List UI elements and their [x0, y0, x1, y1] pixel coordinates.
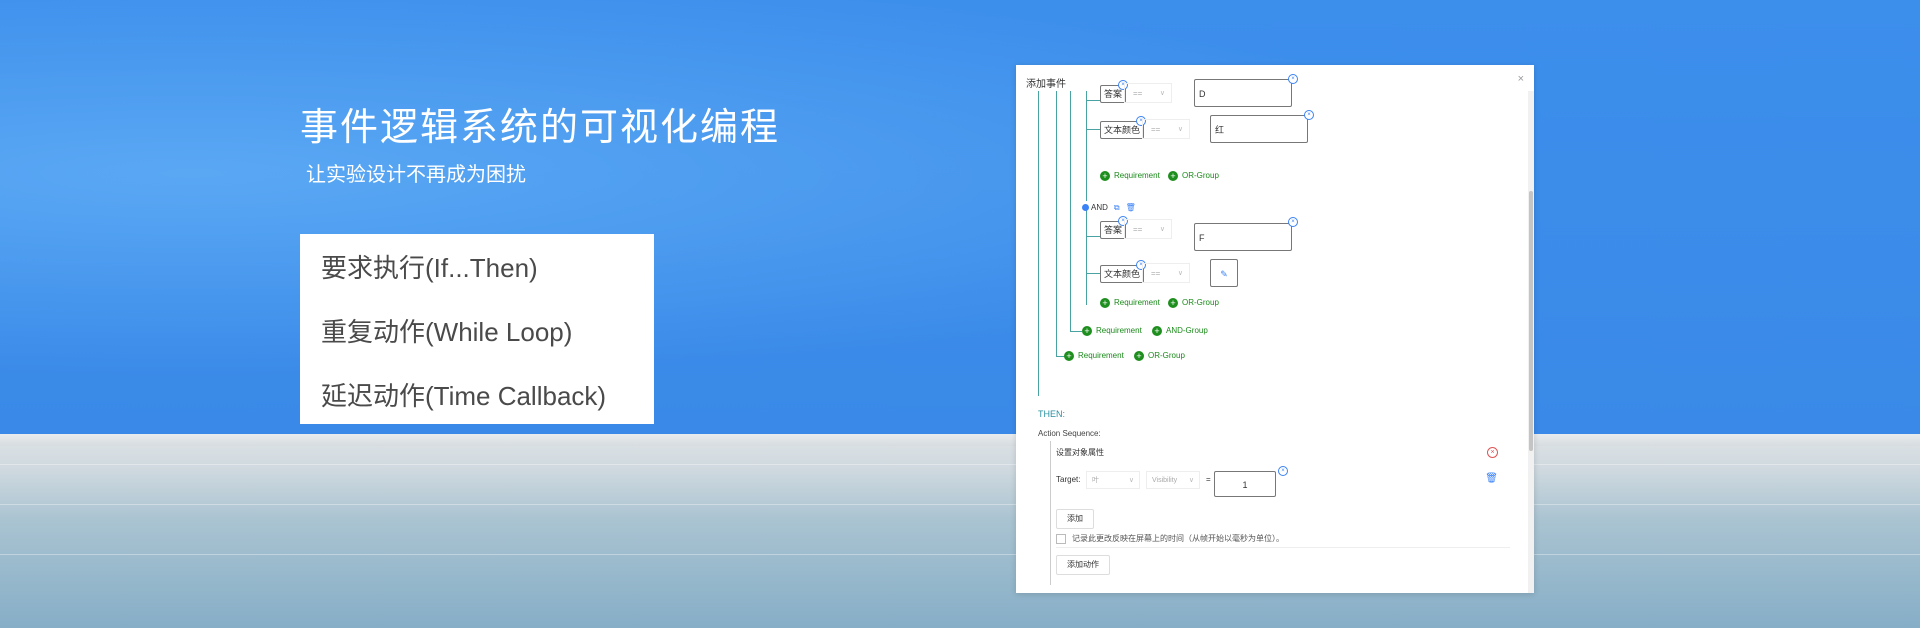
plus-icon: +	[1134, 351, 1144, 361]
action-line	[1050, 441, 1051, 585]
operator-select[interactable]: == ∨	[1124, 219, 1172, 239]
remove-icon[interactable]: ×	[1288, 74, 1298, 84]
action-title: 设置对象属性	[1056, 448, 1104, 457]
value-input[interactable]: 红	[1210, 115, 1308, 143]
plus-icon: +	[1100, 171, 1110, 181]
plus-icon: +	[1100, 298, 1110, 308]
tree-line	[1070, 331, 1082, 332]
value-input[interactable]: 1	[1214, 471, 1276, 497]
tree-line	[1086, 236, 1100, 237]
remove-icon[interactable]: ×	[1304, 110, 1314, 120]
tree-line	[1086, 273, 1100, 274]
feature-item-time-callback: 延迟动作(Time Callback)	[321, 381, 607, 411]
checkbox	[1056, 533, 1066, 544]
feature-list: 要求执行(If...Then) 重复动作(While Loop) 延迟动作(Ti…	[300, 234, 654, 424]
tree-line	[1056, 91, 1057, 356]
plus-icon: +	[1152, 326, 1162, 336]
floor-edge	[0, 434, 1920, 446]
plus-icon: +	[1064, 351, 1074, 361]
operator-select[interactable]: == ∨	[1142, 263, 1190, 283]
hero-title: 事件逻辑系统的可视化编程	[300, 105, 781, 149]
add-event-dialog: 添加事件 × 答案 × == ∨ D × 文本颜色 × == ∨ 红 × + Requ…	[1016, 65, 1534, 593]
toggle-icon[interactable]	[1082, 204, 1089, 212]
plus-icon: +	[1082, 326, 1092, 336]
tree-line	[1086, 100, 1100, 101]
add-action-button[interactable]: 添加动作	[1056, 555, 1110, 575]
background-floor	[0, 434, 1920, 628]
trash-icon[interactable]: 🗑	[1485, 473, 1498, 484]
scrollbar[interactable]	[1528, 91, 1534, 593]
tree-line	[1086, 91, 1087, 201]
value-input[interactable]: F	[1194, 223, 1292, 251]
hero-subtitle: 让实验设计不再成为困扰	[306, 162, 526, 186]
remove-icon[interactable]: ×	[1288, 217, 1298, 227]
copy-icon[interactable]: ⧉	[1114, 203, 1120, 212]
operator-select[interactable]: == ∨	[1124, 83, 1172, 103]
feature-item-if-then: 要求执行(If...Then)	[321, 253, 538, 283]
tree-line	[1070, 91, 1071, 331]
trash-icon[interactable]: 🗑	[1126, 203, 1136, 212]
tree-line	[1086, 129, 1100, 130]
remove-action-icon[interactable]: ×	[1487, 447, 1498, 458]
add-or-group-button[interactable]: + OR-Group	[1168, 298, 1219, 308]
then-label: THEN:	[1038, 409, 1065, 419]
plus-icon: +	[1168, 298, 1178, 308]
tree-line	[1086, 207, 1087, 305]
add-or-group-button[interactable]: + OR-Group	[1134, 351, 1185, 361]
plus-icon: +	[1168, 171, 1178, 181]
operator-select[interactable]: == ∨	[1142, 119, 1190, 139]
equals-sign: =	[1206, 475, 1211, 484]
background-wall	[0, 0, 1920, 434]
scrollbar-thumb[interactable]	[1529, 191, 1533, 451]
add-button[interactable]: 添加	[1056, 509, 1094, 529]
dialog-title: 添加事件	[1026, 79, 1066, 90]
target-label: Target:	[1056, 475, 1081, 484]
remove-icon[interactable]: ×	[1278, 466, 1288, 476]
feature-item-while-loop: 重复动作(While Loop)	[321, 317, 573, 347]
add-requirement-button[interactable]: + Requirement	[1100, 171, 1160, 181]
action-sequence-label: Action Sequence:	[1038, 429, 1101, 438]
close-icon[interactable]: ×	[1518, 73, 1524, 85]
property-select[interactable]: Visibility ∨	[1146, 471, 1200, 489]
record-time-checkbox[interactable]: 记录此更改反映在屏幕上的时间（从帧开始以毫秒为单位）。	[1056, 533, 1284, 544]
and-group-header: AND ⧉ 🗑	[1082, 203, 1136, 213]
color-edit-icon: ✎	[1220, 269, 1228, 279]
add-requirement-button[interactable]: + Requirement	[1064, 351, 1124, 361]
add-or-group-button[interactable]: + OR-Group	[1168, 171, 1219, 181]
add-requirement-button[interactable]: + Requirement	[1100, 298, 1160, 308]
divider	[1056, 547, 1510, 548]
color-picker[interactable]: ✎	[1210, 259, 1238, 287]
value-input[interactable]: D	[1194, 79, 1292, 107]
target-select[interactable]: 叶 ∨	[1086, 471, 1140, 489]
tree-line	[1038, 91, 1039, 396]
add-and-group-button[interactable]: + AND-Group	[1152, 326, 1208, 336]
add-requirement-button[interactable]: + Requirement	[1082, 326, 1142, 336]
